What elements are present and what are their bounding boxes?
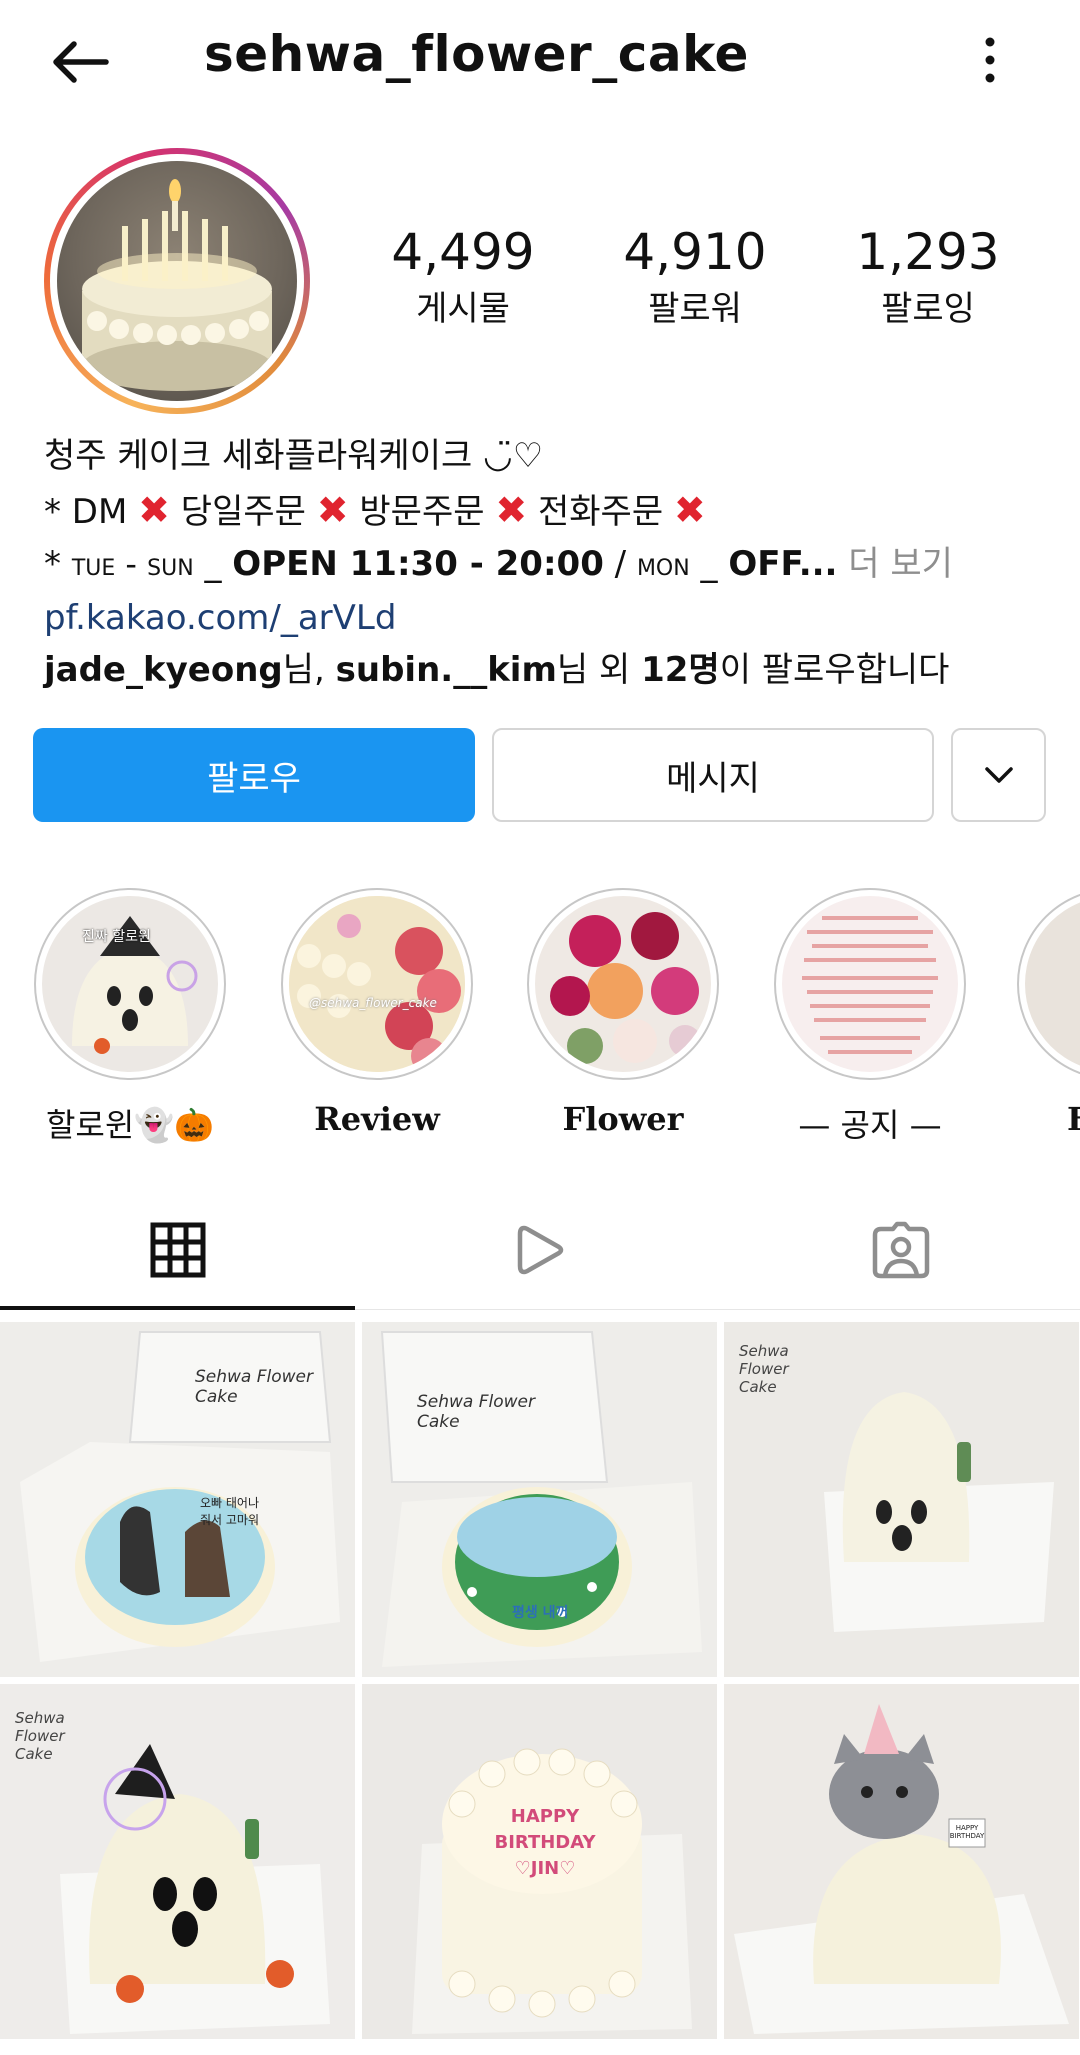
followers-label: 팔로워 bbox=[648, 289, 742, 329]
bio-dm-text: * DM bbox=[44, 492, 128, 532]
grid-post-2-cake-text: 평생 내꺼 bbox=[512, 1605, 569, 1621]
posts-stat[interactable]: 4,499 게시물 bbox=[363, 222, 563, 332]
active-tab-indicator bbox=[0, 1306, 355, 1310]
highlight-halloween[interactable]: 진짜 할로윈 할로윈👻🎃 bbox=[30, 888, 230, 1146]
bio-star: * bbox=[44, 544, 61, 584]
profile-username-title: sehwa_flower_cake bbox=[204, 25, 749, 83]
followed-by-user-2[interactable]: subin.__kim bbox=[336, 650, 557, 690]
tab-reels[interactable] bbox=[490, 1200, 590, 1300]
highlight-notice-label: — 공지 — bbox=[798, 1106, 942, 1144]
bio-days-open: tue - sun bbox=[71, 545, 194, 583]
bio-slash: / bbox=[603, 544, 637, 584]
profile-avatar[interactable] bbox=[44, 148, 310, 414]
avatar-cake-photo bbox=[57, 161, 297, 401]
cross-mark-icon: ✖ bbox=[138, 488, 170, 532]
highlight-flower-label: Flower bbox=[562, 1100, 684, 1138]
highlight-partial[interactable]: F bbox=[1017, 888, 1080, 1138]
highlight-halloween-label: 할로윈👻🎃 bbox=[45, 1106, 214, 1144]
tab-posts-grid[interactable] bbox=[128, 1200, 228, 1300]
bio-no-visit: 방문주문 bbox=[359, 492, 485, 532]
highlight-notice-image bbox=[782, 896, 958, 1072]
bio-line-3: * tue - sun _ OPEN 11:30 - 20:00 / mon _… bbox=[44, 538, 953, 590]
grid-post-4[interactable]: Sehwa Flower Cake bbox=[0, 1684, 355, 2039]
grid-post-3-box-label: Sehwa Flower Cake bbox=[739, 1342, 789, 1396]
follow-button[interactable]: 팔로우 bbox=[33, 728, 475, 822]
grid-icon bbox=[150, 1222, 206, 1278]
posts-grid: Sehwa Flower Cake 오빠 태어나줘서 고마워 Sehwa Flo… bbox=[0, 1322, 1080, 2039]
bio-no-sameday: 당일주문 bbox=[180, 492, 306, 532]
highlight-partial-image bbox=[1025, 896, 1080, 1072]
highlight-halloween-overlay: 진짜 할로윈 bbox=[82, 929, 151, 945]
back-button[interactable] bbox=[40, 22, 120, 102]
bio-website-link[interactable]: pf.kakao.com/_arVLd bbox=[44, 592, 396, 644]
grid-post-3[interactable]: Sehwa Flower Cake bbox=[724, 1322, 1079, 1677]
grid-post-1-box-label: Sehwa Flower Cake bbox=[195, 1367, 314, 1407]
highlight-review-label: Review bbox=[314, 1100, 440, 1138]
highlight-review[interactable]: @sehwa_flower_cake Review bbox=[277, 888, 477, 1138]
bio-open-hours: OPEN 11:30 - 20:00 bbox=[232, 544, 604, 584]
grid-post-1[interactable]: Sehwa Flower Cake 오빠 태어나줘서 고마워 bbox=[0, 1322, 355, 1677]
grid-post-2-box-label: Sehwa Flower Cake bbox=[417, 1392, 536, 1432]
arrow-left-icon bbox=[53, 41, 109, 83]
following-stat[interactable]: 1,293 팔로잉 bbox=[828, 222, 1028, 332]
following-count: 1,293 bbox=[856, 223, 1000, 281]
highlight-partial-label: F bbox=[1067, 1100, 1080, 1138]
vertical-dots-icon bbox=[985, 37, 995, 83]
chevron-down-icon bbox=[984, 767, 1013, 783]
grid-post-2[interactable]: Sehwa Flower Cake 평생 내꺼 bbox=[362, 1322, 717, 1677]
followers-stat[interactable]: 4,910 팔로워 bbox=[595, 222, 795, 332]
followed-by-mid-2: 님 외 bbox=[556, 650, 642, 690]
grid-post-6-cake-text: HAPPY BIRTHDAY bbox=[949, 1824, 985, 1840]
bio-separator: _ bbox=[193, 544, 233, 584]
highlight-halloween-image: 진짜 할로윈 bbox=[42, 896, 218, 1072]
bio-separator: _ bbox=[689, 544, 729, 584]
cross-mark-icon: ✖ bbox=[316, 488, 349, 532]
reels-play-icon bbox=[517, 1225, 564, 1275]
bio-line-2: * DM ✖ 당일주문 ✖ 방문주문 ✖ 전화주문 ✖ bbox=[44, 484, 706, 538]
grid-post-5-cake-text: HAPPY BIRTHDAY ♡JIN♡ bbox=[494, 1806, 596, 1879]
tagged-person-icon bbox=[872, 1221, 930, 1279]
highlight-notice[interactable]: — 공지 — bbox=[770, 888, 970, 1146]
highlight-flower[interactable]: Flower bbox=[523, 888, 723, 1138]
highlight-review-watermark: @sehwa_flower_cake bbox=[309, 996, 437, 1010]
followed-by-count: 12명 bbox=[641, 650, 720, 690]
followed-by-suffix: 이 팔로우합니다 bbox=[719, 650, 950, 690]
cross-mark-icon: ✖ bbox=[495, 488, 528, 532]
highlight-flower-image bbox=[535, 896, 711, 1072]
highlight-review-image: @sehwa_flower_cake bbox=[289, 896, 465, 1072]
more-options-button[interactable] bbox=[960, 20, 1020, 100]
grid-post-4-box-label: Sehwa Flower Cake bbox=[15, 1709, 65, 1763]
followed-by-user-1[interactable]: jade_kyeong bbox=[44, 650, 283, 690]
bio-more-link[interactable]: 더 보기 bbox=[837, 544, 953, 584]
message-button[interactable]: 메시지 bbox=[492, 728, 934, 822]
followers-count: 4,910 bbox=[623, 223, 767, 281]
bio-off-text: OFF... bbox=[728, 544, 838, 584]
following-label: 팔로잉 bbox=[881, 289, 975, 329]
posts-count: 4,499 bbox=[391, 223, 535, 281]
bio-line-1: 청주 케이크 세화플라워케이크 ◡̈♡ bbox=[44, 436, 544, 476]
tab-tagged[interactable] bbox=[851, 1200, 951, 1300]
bio-no-phone: 전화주문 bbox=[537, 492, 664, 532]
followed-by-mid-1: 님, bbox=[282, 650, 336, 690]
bio-days-off: mon bbox=[636, 545, 690, 583]
grid-post-5[interactable]: HAPPY BIRTHDAY ♡JIN♡ bbox=[362, 1684, 717, 2039]
posts-label: 게시물 bbox=[416, 289, 510, 329]
grid-post-6[interactable]: HAPPY BIRTHDAY bbox=[724, 1684, 1079, 2039]
suggested-dropdown-button[interactable] bbox=[951, 728, 1046, 822]
cross-mark-icon: ✖ bbox=[673, 488, 706, 532]
grid-post-1-cake-text: 오빠 태어나줘서 고마워 bbox=[200, 1496, 260, 1527]
followed-by-text[interactable]: jade_kyeong님, subin.__kim님 외 12명이 팔로우합니다 bbox=[44, 644, 949, 696]
